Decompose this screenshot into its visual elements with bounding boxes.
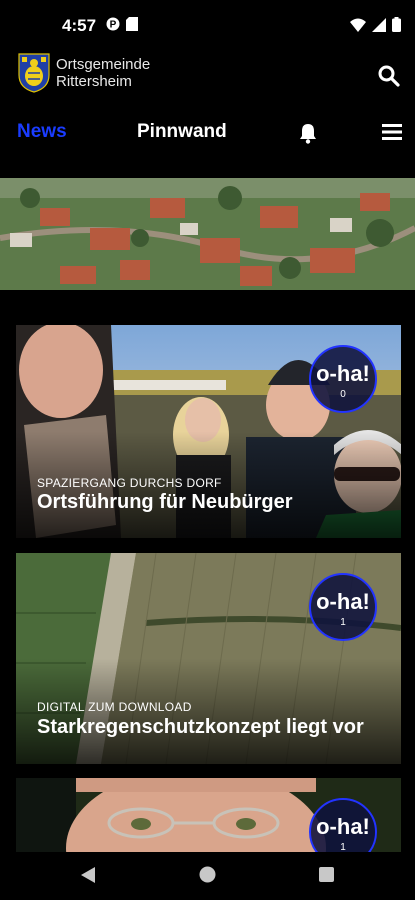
status-system-icons	[350, 17, 401, 32]
oha-label: o-ha!	[316, 814, 370, 839]
tab-news[interactable]: News	[17, 121, 67, 143]
back-icon[interactable]	[80, 866, 96, 884]
tab-pinnwand[interactable]: Pinnwand	[137, 121, 227, 143]
news-card[interactable]: o-ha! 0 SPAZIERGANG DURCHS DORF Ortsführ…	[16, 325, 401, 538]
home-icon[interactable]	[199, 866, 216, 883]
oha-reaction-badge[interactable]: o-ha! 1	[309, 573, 377, 641]
status-bar: 4:57 P	[0, 0, 415, 48]
status-time: 4:57	[62, 16, 97, 35]
card-kicker: SPAZIERGANG DURCHS DORF	[37, 476, 222, 490]
card-kicker: DIGITAL ZUM DOWNLOAD	[37, 700, 192, 714]
recents-icon[interactable]	[319, 867, 334, 882]
oha-count: 1	[340, 842, 346, 852]
bell-icon[interactable]	[297, 122, 319, 144]
news-card[interactable]: o-ha! 1 DIGITAL ZUM DOWNLOAD Starkregens…	[16, 553, 401, 764]
oha-count: 1	[340, 617, 346, 628]
news-card[interactable]: o-ha! 1	[16, 778, 401, 852]
card-title: Starkregenschutzkonzept liegt vor	[37, 716, 364, 738]
battery-icon	[392, 17, 401, 32]
brand-line-2: Rittersheim	[56, 73, 132, 90]
brand-line-1: Ortsgemeinde	[56, 56, 151, 73]
oha-count: 0	[340, 389, 346, 400]
hamburger-menu-icon[interactable]	[382, 123, 402, 141]
system-navigation-bar	[0, 852, 415, 900]
oha-reaction-badge[interactable]: o-ha! 0	[309, 345, 377, 413]
wifi-icon	[350, 18, 366, 32]
signal-icon	[372, 17, 386, 32]
sim-card-icon	[126, 17, 138, 31]
app-notification-icon: P	[106, 17, 120, 31]
main-tabs: News Pinnwand	[0, 110, 415, 156]
search-icon[interactable]	[377, 64, 401, 88]
village-aerial-illustration	[0, 178, 415, 290]
svg-text:P: P	[110, 20, 117, 31]
status-notification-icons: P	[106, 17, 138, 31]
oha-label: o-ha!	[316, 589, 370, 614]
app-header: Ortsgemeinde Rittersheim	[0, 48, 415, 102]
coat-of-arms-logo[interactable]	[18, 53, 50, 93]
card-title: Ortsführung für Neubürger	[37, 491, 293, 513]
hero-aerial-image	[0, 178, 415, 290]
municipality-name[interactable]: Ortsgemeinde Rittersheim	[56, 56, 150, 90]
oha-label: o-ha!	[316, 361, 370, 386]
